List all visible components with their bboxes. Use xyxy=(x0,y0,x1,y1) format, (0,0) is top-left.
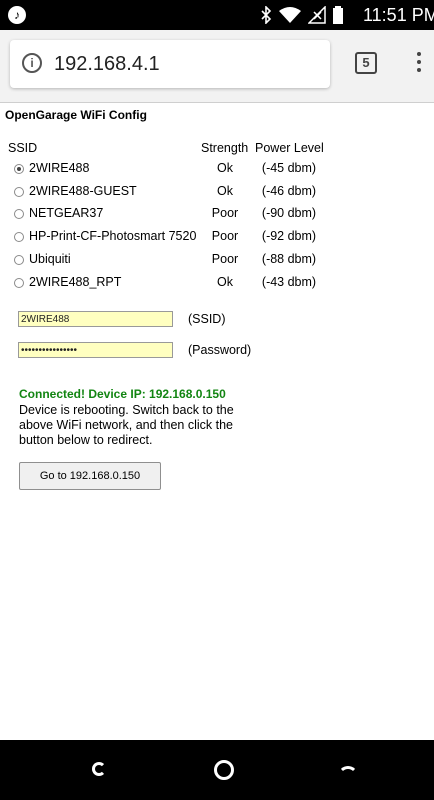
header-power: Power Level xyxy=(255,141,324,155)
info-icon[interactable]: i xyxy=(22,53,42,73)
network-row[interactable]: 2WIRE488-GUEST Ok (-46 dbm) xyxy=(0,182,434,204)
music-app-icon: ♪ xyxy=(8,6,26,24)
status-bar: ♪ 11:51 PM xyxy=(0,0,434,30)
network-row[interactable]: NETGEAR37 Poor (-90 dbm) xyxy=(0,204,434,226)
network-power: (-46 dbm) xyxy=(261,184,317,198)
network-ssid: NETGEAR37 xyxy=(29,206,104,220)
address-bar[interactable]: i 192.168.4.1 xyxy=(10,40,330,88)
header-ssid: SSID xyxy=(8,141,38,155)
signal-icon xyxy=(308,6,326,24)
clock: 11:51 PM xyxy=(363,5,434,25)
network-power: (-90 dbm) xyxy=(261,206,317,220)
network-radio[interactable] xyxy=(14,232,24,242)
network-radio[interactable] xyxy=(14,255,24,265)
bluetooth-icon xyxy=(261,6,272,24)
network-ssid: Ubiquiti xyxy=(29,252,71,266)
network-row[interactable]: 2WIRE488 Ok (-45 dbm) xyxy=(0,159,434,181)
back-icon[interactable] xyxy=(92,762,106,776)
connected-status: Connected! Device IP: 192.168.0.150 xyxy=(19,387,226,401)
wifi-icon xyxy=(279,7,301,23)
network-power: (-43 dbm) xyxy=(261,275,317,289)
network-power: (-45 dbm) xyxy=(261,161,317,175)
tab-switcher-button[interactable]: 5 xyxy=(355,52,377,74)
network-radio[interactable] xyxy=(14,164,24,174)
network-ssid: 2WIRE488_RPT xyxy=(29,275,122,289)
network-ssid: HP-Print-CF-Photosmart 7520 xyxy=(29,229,197,243)
network-row[interactable]: Ubiquiti Poor (-88 dbm) xyxy=(0,250,434,272)
network-radio[interactable] xyxy=(14,187,24,197)
network-row[interactable]: HP-Print-CF-Photosmart 7520 Poor (-92 dbm) xyxy=(0,227,434,249)
reboot-message: Device is rebooting. Switch back to the … xyxy=(19,403,234,447)
password-field-label: (Password) xyxy=(188,343,252,357)
network-strength: Ok xyxy=(217,161,233,175)
battery-icon xyxy=(333,6,343,24)
network-radio[interactable] xyxy=(14,278,24,288)
home-icon[interactable] xyxy=(214,760,234,780)
network-power: (-88 dbm) xyxy=(261,252,317,266)
browser-toolbar: i 192.168.4.1 5 xyxy=(0,30,434,103)
url-text[interactable]: 192.168.4.1 xyxy=(54,52,160,76)
overflow-menu-icon[interactable] xyxy=(416,52,422,76)
network-ssid: 2WIRE488-GUEST xyxy=(29,184,137,198)
ssid-field-label: (SSID) xyxy=(188,312,226,326)
recents-icon[interactable] xyxy=(338,766,358,786)
network-ssid: 2WIRE488 xyxy=(29,161,90,175)
network-row[interactable]: 2WIRE488_RPT Ok (-43 dbm) xyxy=(0,273,434,295)
network-strength: Poor xyxy=(211,206,239,220)
network-strength: Poor xyxy=(211,229,239,243)
password-input[interactable] xyxy=(18,342,173,358)
network-power: (-92 dbm) xyxy=(261,229,317,243)
ssid-input[interactable] xyxy=(18,311,173,327)
network-strength: Ok xyxy=(217,275,233,289)
network-strength: Poor xyxy=(211,252,239,266)
redirect-button[interactable]: Go to 192.168.0.150 xyxy=(19,462,161,490)
page-title: OpenGarage WiFi Config xyxy=(5,108,147,122)
network-radio[interactable] xyxy=(14,209,24,219)
navigation-bar xyxy=(0,740,434,800)
header-strength: Strength xyxy=(201,141,249,155)
status-icons xyxy=(260,5,344,25)
network-strength: Ok xyxy=(217,184,233,198)
